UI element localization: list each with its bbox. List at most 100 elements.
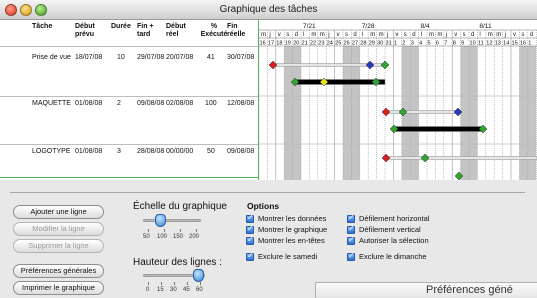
line-height-tick [174,282,175,285]
checkbox-label: Autoriser la sélection [359,236,429,245]
col-header-duration: Durée [111,23,131,30]
cell-actual-start: 20/07/08 [166,54,194,61]
day-number: 16 [520,41,526,47]
day-number: 13 [495,41,501,47]
edit-line-button[interactable]: Modifier la ligne [13,222,104,236]
day-letter: m [261,32,266,38]
line-height-tick-label: 60 [196,287,203,293]
delete-line-button[interactable]: Supprimer la ligne [13,239,104,253]
planned-start-marker [381,153,391,163]
cell-task: Prise de vue [32,54,71,61]
cell-actual-end: 30/07/08 [227,54,255,61]
day-letter: l [303,32,304,38]
title-bar: Graphique des tâches [0,0,537,20]
checkbox-horizontal-scroll[interactable]: Défilement horizontal [347,213,430,223]
day-number: 27 [352,41,358,47]
day-letter: v [395,32,398,38]
day-letter: v [337,32,340,38]
options-title: Options [247,201,280,211]
scale-tick-label: 100 [157,234,168,240]
checkbox-show-data[interactable]: Montrer les données [246,213,326,223]
day-letter: m [429,32,434,38]
checkbox-checked-icon[interactable] [347,224,355,234]
day-number: 24 [327,41,333,47]
day-number: 28 [360,41,366,47]
day-number: 12 [486,41,492,47]
checkbox-vertical-scroll[interactable]: Défilement vertical [347,224,421,234]
checkbox-exclude-saturday[interactable]: Exclure le samedi [246,251,317,261]
day-letter: v [278,32,281,38]
day-letter: m [496,32,501,38]
print-chart-button[interactable]: Imprimer le graphique [13,281,104,295]
checkbox-label: Défilement horizontal [359,214,430,223]
day-letter: l [362,32,363,38]
day-number: 11 [478,41,484,47]
scale-slider-knob[interactable] [155,214,166,227]
day-letter: d [412,32,415,38]
day-letter: d [471,32,474,38]
checkbox-show-headers[interactable]: Montrer les en-têtes [246,235,325,245]
line-height-tick-label: 45 [183,287,190,293]
day-letter: m [437,32,442,38]
add-line-button[interactable]: Ajouter une ligne [13,205,104,219]
day-number: 31 [386,41,392,47]
day-letter: j [327,32,329,38]
day-letter: s [521,32,524,38]
cell-percent-done: 100 [205,100,217,107]
checkbox-checked-icon[interactable] [347,213,355,223]
day-number: 19 [285,41,291,47]
day-letter: s [404,32,407,38]
checkbox-label: Exclure le dimanche [359,252,427,261]
checkbox-checked-icon[interactable] [246,235,254,245]
actual-bar [393,126,484,132]
day-number: 30 [377,41,383,47]
day-number: 5 [428,41,431,47]
day-letter: j [504,32,506,38]
day-number: 7 [444,41,447,47]
checkbox-checked-icon[interactable] [246,213,254,223]
day-number: 29 [369,41,375,47]
checkbox-show-chart[interactable]: Montrer le graphique [246,224,327,234]
checkbox-label: Montrer les en-têtes [258,236,325,245]
planned-end-marker [380,60,390,70]
cell-planned-start: 01/08/08 [75,148,103,155]
checkbox-exclude-sunday[interactable]: Exclure le dimanche [347,251,427,261]
day-number: 1 [528,41,531,47]
cell-duration: 3 [117,148,121,155]
day-number: 3 [411,41,414,47]
window-title: Graphique des tâches [219,4,318,15]
col-header-percent-done: % Exécuté [200,23,228,38]
day-letter: m [370,32,375,38]
week-label: 8/11 [479,23,492,30]
checkbox-checked-icon[interactable] [246,251,254,261]
line-height-slider-knob[interactable] [193,269,204,282]
checkbox-allow-selection[interactable]: Autoriser la sélection [347,235,429,245]
line-height-tick-label: 15 [157,287,164,293]
checkbox-checked-icon[interactable] [347,235,355,245]
day-number: 10 [470,41,476,47]
day-number: 2 [402,41,405,47]
day-number: 23 [318,41,324,47]
day-letter: l [479,32,480,38]
scale-slider-track[interactable] [143,219,201,222]
cell-task: MAQUETTE [32,100,71,107]
cell-latest-end: 29/07/08 [137,54,165,61]
day-number: 18 [276,41,282,47]
checkbox-label: Défilement vertical [359,225,421,234]
day-letter: s [286,32,289,38]
cell-actual-end: 09/08/08 [227,148,255,155]
day-letter: m [379,32,384,38]
day-letter: m [311,32,316,38]
cell-actual-start: 00/00/00 [166,148,194,155]
general-preferences-button[interactable]: Préférences générales [13,264,104,278]
checkbox-checked-icon[interactable] [246,224,254,234]
line-height-label: Hauteur des lignes : [133,257,222,268]
actual-bar [294,79,386,85]
day-letter: m [320,32,325,38]
gantt-chart[interactable]: 7/21 7/28 8/4 8/11m j v s d l m m j v s d l m m j v s d l m m j v s… [259,20,537,180]
col-header-task: Tâche [32,23,53,30]
day-number: 21 [302,41,308,47]
checkbox-checked-icon[interactable] [347,251,355,261]
task-table-area: Tâche Début prévu Durée Fin + tard Début… [0,20,537,180]
week-label: 8/4 [421,23,430,30]
